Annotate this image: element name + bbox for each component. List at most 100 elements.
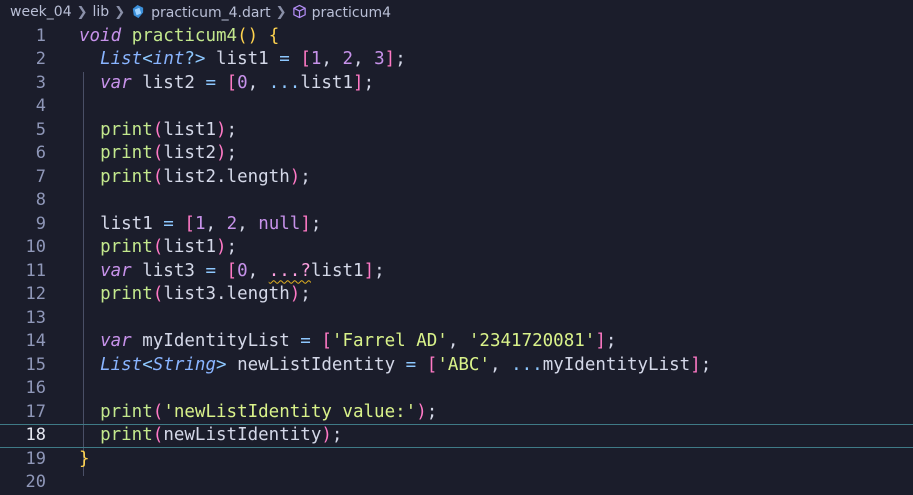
code-token: practicum4 <box>131 25 238 46</box>
code-line[interactable]: 12 print(list3.length); <box>0 283 913 307</box>
code-line[interactable]: 11 var list3 = [0, ...?list1]; <box>0 260 913 284</box>
code-line[interactable]: 5 print(list1); <box>0 119 913 143</box>
code-line[interactable]: 10 print(list1); <box>0 236 913 260</box>
code-text: List<int?> list1 = [1, 2, 3]; <box>79 48 406 72</box>
code-token: '2341720081' <box>468 331 596 351</box>
code-line[interactable]: 14 var myIdentityList = ['Farrel AD', '2… <box>0 330 913 354</box>
code-token: = <box>163 213 174 234</box>
code-line[interactable]: 6 print(list2); <box>0 142 913 166</box>
code-line[interactable]: 4 <box>0 95 913 119</box>
line-number: 7 <box>35 166 46 187</box>
code-token: ( <box>152 401 164 422</box>
code-token: null <box>258 213 301 234</box>
code-token: = <box>205 260 216 281</box>
code-token: ( <box>152 425 164 445</box>
dart-file-icon <box>132 4 144 18</box>
code-token: , <box>247 260 269 281</box>
code-token: void <box>79 25 122 46</box>
code-token: ; <box>605 331 617 351</box>
code-token: [ <box>321 331 332 351</box>
code-token: ; <box>226 237 238 257</box>
code-token: , <box>205 213 227 234</box>
code-token: print <box>100 143 153 163</box>
code-token: list1 <box>205 49 280 69</box>
code-token: = <box>205 72 216 93</box>
code-token: ... <box>268 72 301 93</box>
code-line[interactable]: 20 <box>0 471 913 495</box>
line-number: 5 <box>35 119 46 140</box>
code-line[interactable]: 8 <box>0 189 913 213</box>
breadcrumb-file[interactable]: practicum_4.dart <box>130 4 271 21</box>
code-token: 'Farrel AD' <box>331 331 448 351</box>
code-token: 0 <box>237 260 248 281</box>
code-token: ( <box>152 237 164 257</box>
code-token: print <box>100 119 153 140</box>
line-number: 4 <box>35 96 46 116</box>
code-token: list3 <box>131 260 206 281</box>
code-text: print(list1); <box>79 119 237 143</box>
code-token: ( <box>152 284 164 304</box>
code-token: List <box>100 49 143 69</box>
line-number: 18 <box>25 425 46 445</box>
code-token: ... <box>511 354 543 375</box>
code-token: ] <box>363 260 375 281</box>
code-line[interactable]: 3 var list2 = [0, ...list1]; <box>0 72 913 96</box>
code-token: < <box>142 49 153 69</box>
breadcrumb-folder-lib[interactable]: lib <box>93 4 110 20</box>
code-line[interactable]: 17 print('newListIdentity value:'); <box>0 401 913 425</box>
code-token: newListIdentity <box>226 354 406 375</box>
code-line[interactable]: 13 <box>0 307 913 331</box>
code-line[interactable]: 18 print(newListIdentity); <box>0 424 913 448</box>
code-line[interactable]: 19} <box>0 448 913 472</box>
code-token: [ <box>226 72 238 93</box>
code-token: ] <box>384 49 396 69</box>
code-token: ; <box>331 425 343 445</box>
code-token: list1 <box>300 72 354 93</box>
code-token: 2 <box>342 49 354 69</box>
code-line[interactable]: 2 List<int?> list1 = [1, 2, 3]; <box>0 48 913 72</box>
code-token: var <box>100 260 132 281</box>
code-line[interactable]: 7 print(list2.length); <box>0 166 913 190</box>
code-text: print('newListIdentity value:'); <box>79 401 437 425</box>
code-token: print <box>100 284 153 304</box>
code-token: list1 <box>310 260 364 281</box>
code-token: } <box>79 448 90 469</box>
code-token: ] <box>300 213 311 234</box>
code-text: var list3 = [0, ...?list1]; <box>79 260 385 284</box>
code-token: ; <box>700 354 712 375</box>
code-token: () <box>237 25 259 46</box>
code-token: 'newListIdentity value:' <box>163 401 417 422</box>
code-line[interactable]: 1 void practicum4() { <box>0 25 913 49</box>
code-token: ) <box>289 166 301 187</box>
code-token: ) <box>416 401 427 422</box>
code-text: print(newListIdentity); <box>79 424 342 448</box>
code-token: int <box>152 49 185 69</box>
code-token: { <box>268 25 280 46</box>
code-line[interactable]: 16 <box>0 377 913 401</box>
code-text: print(list3.length); <box>79 283 311 307</box>
code-token: ( <box>152 119 164 140</box>
code-token: [ <box>226 260 238 281</box>
code-token: = <box>405 354 417 375</box>
code-token: list3.length <box>163 284 290 304</box>
breadcrumb-symbol[interactable]: practicum4 <box>292 4 391 21</box>
code-editor[interactable]: 1 void practicum4() {2 List<int?> list1 =… <box>0 24 913 493</box>
code-line[interactable]: 15 List<String> newListIdentity = ['ABC'… <box>0 354 913 378</box>
code-text: } <box>79 448 90 472</box>
code-line[interactable]: 9 list1 = [1, 2, null]; <box>0 213 913 237</box>
line-number: 20 <box>25 472 46 492</box>
code-token: print <box>100 166 153 187</box>
breadcrumb-folder-week04[interactable]: week_04 <box>10 4 72 20</box>
symbol-method-icon <box>292 4 306 18</box>
code-token: [ <box>426 354 438 375</box>
code-token: String <box>152 354 216 375</box>
chevron-right-icon: ❯ <box>275 4 287 20</box>
